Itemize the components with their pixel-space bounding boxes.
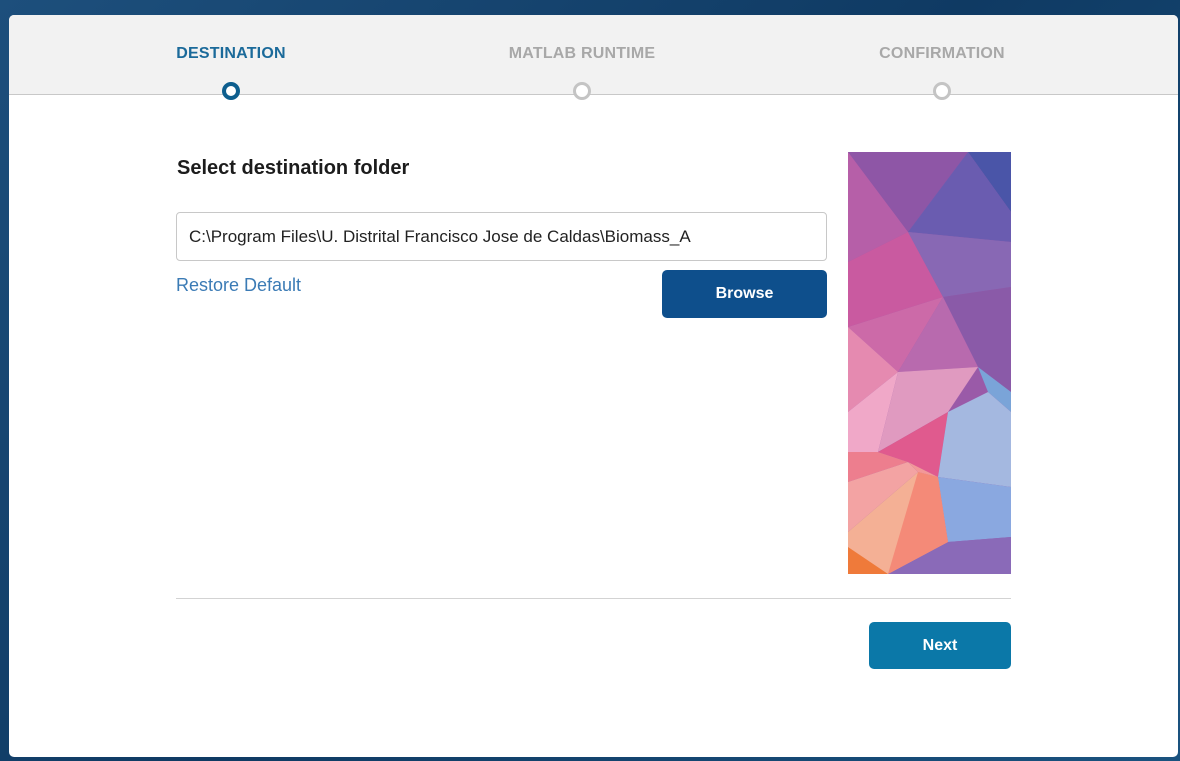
footer-divider [176, 598, 1011, 599]
step-label: MATLAB RUNTIME [508, 45, 656, 62]
step-indicator-icon [573, 82, 591, 100]
step-confirmation: CONFIRMATION [832, 15, 1052, 115]
next-button[interactable]: Next [869, 622, 1011, 669]
restore-default-link[interactable]: Restore Default [176, 275, 301, 296]
step-destination: DESTINATION [121, 15, 341, 115]
step-indicator-active-icon [222, 82, 240, 100]
step-label: DESTINATION [176, 45, 286, 62]
decorative-polygon-banner [848, 152, 1011, 574]
polygon-art-icon [848, 152, 1011, 574]
step-label: CONFIRMATION [879, 45, 1005, 62]
installer-window: DESTINATION MATLAB RUNTIME CONFIRMATION … [9, 15, 1178, 757]
browse-button[interactable]: Browse [662, 270, 827, 318]
destination-path-input[interactable] [176, 212, 827, 261]
progress-stepper: DESTINATION MATLAB RUNTIME CONFIRMATION [9, 15, 1178, 100]
page-title: Select destination folder [177, 157, 410, 179]
step-matlab-runtime: MATLAB RUNTIME [472, 15, 692, 115]
step-indicator-icon [933, 82, 951, 100]
